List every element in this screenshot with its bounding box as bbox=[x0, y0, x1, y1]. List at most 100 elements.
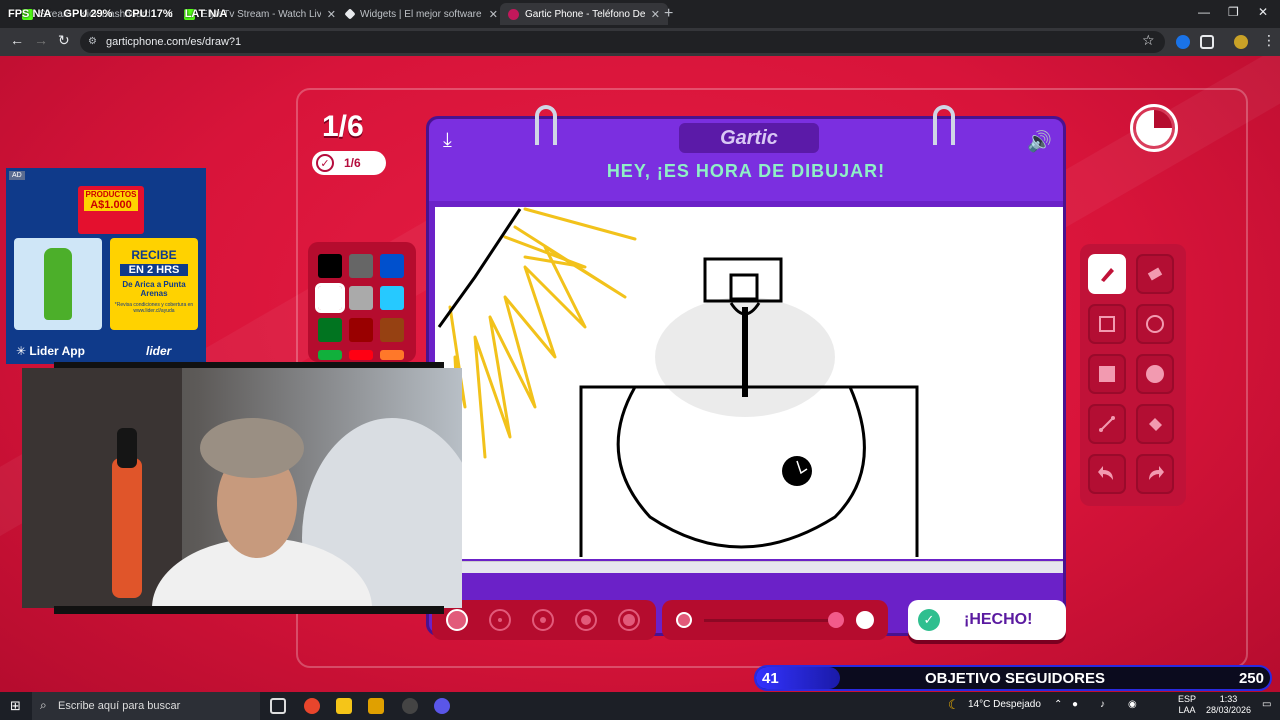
slider-handle[interactable] bbox=[828, 612, 844, 628]
mic-icon[interactable]: ● bbox=[1072, 699, 1078, 710]
rectangle-fill-tool[interactable] bbox=[1088, 354, 1126, 394]
extensions-puzzle-icon[interactable] bbox=[1200, 35, 1214, 49]
notification-icon[interactable]: ▭ bbox=[1262, 699, 1271, 710]
done-count: 1/6 bbox=[344, 156, 361, 170]
drawing-canvas[interactable] bbox=[435, 207, 1063, 559]
color-swatch-brown[interactable] bbox=[380, 318, 404, 342]
reload-icon[interactable]: ↻ bbox=[58, 32, 70, 49]
pencil-tool[interactable] bbox=[1088, 254, 1126, 294]
windows-start-icon[interactable]: ⊞ bbox=[10, 698, 21, 714]
close-window-icon[interactable]: ✕ bbox=[1258, 5, 1268, 19]
eraser-icon bbox=[1147, 267, 1163, 281]
brush-size-2[interactable] bbox=[489, 609, 511, 631]
widgets-icon bbox=[344, 8, 356, 20]
tab-gartic-phone[interactable]: Gartic Phone - Teléfono Descon ✕ bbox=[500, 3, 668, 25]
color-swatch-gray[interactable] bbox=[349, 254, 373, 278]
url-text: garticphone.com/es/draw?1 bbox=[106, 36, 242, 48]
minimize-icon[interactable]: — bbox=[1198, 5, 1210, 19]
chrome-icon[interactable] bbox=[304, 698, 320, 714]
goal-target: 250 bbox=[1238, 670, 1264, 687]
color-swatch-orange[interactable] bbox=[380, 350, 404, 360]
instruction-banner: HEY, ¡ES HORA DE DIBUJAR! bbox=[606, 161, 886, 181]
color-swatch-blue[interactable] bbox=[380, 254, 404, 278]
binder-ring bbox=[933, 105, 955, 145]
color-swatch-white[interactable] bbox=[315, 283, 345, 313]
profile-avatar[interactable] bbox=[1234, 35, 1248, 49]
tray-chevron-icon[interactable]: ⌃ bbox=[1054, 699, 1062, 710]
brush-size-3[interactable] bbox=[532, 609, 554, 631]
restore-icon[interactable]: ❐ bbox=[1228, 5, 1239, 19]
extension-icon[interactable] bbox=[1176, 35, 1190, 49]
weather-icon: ☾ bbox=[948, 697, 960, 712]
app-icon[interactable] bbox=[368, 698, 384, 714]
sound-icon[interactable]: 🔊 bbox=[1027, 129, 1052, 154]
ad-banner[interactable]: AD PRODUCTOS A$1.000 RECIBE EN 2 HRS De … bbox=[6, 168, 206, 364]
color-swatch-cyan[interactable] bbox=[380, 286, 404, 310]
line-icon bbox=[1099, 416, 1115, 432]
task-view-icon[interactable] bbox=[270, 698, 286, 714]
ellipse-outline-tool[interactable] bbox=[1136, 304, 1174, 344]
file-explorer-icon[interactable] bbox=[336, 698, 352, 714]
network-icon[interactable]: ◉ bbox=[1128, 699, 1137, 710]
lider-brand: lider bbox=[146, 344, 172, 358]
close-tab-icon[interactable]: ✕ bbox=[327, 8, 336, 21]
new-tab-icon[interactable]: + bbox=[664, 5, 673, 23]
back-icon[interactable]: ← bbox=[10, 32, 24, 48]
promo-line1: PRODUCTOS bbox=[84, 190, 138, 199]
forward-icon[interactable]: → bbox=[34, 32, 48, 48]
obs-icon[interactable] bbox=[402, 698, 418, 714]
site-info-icon[interactable]: ⚙ bbox=[88, 36, 97, 47]
card-header: ⤓ Gartic 🔊 HEY, ¡ES HORA DE DIBUJAR! bbox=[429, 119, 1063, 201]
brush-size-5[interactable] bbox=[618, 609, 640, 631]
tab-widgets[interactable]: Widgets | El mejor software par ✕ bbox=[338, 3, 506, 25]
color-palette bbox=[308, 242, 416, 362]
brush-size-4[interactable] bbox=[575, 609, 597, 631]
drawing-svg bbox=[437, 207, 919, 557]
promo-line2: A$1.000 bbox=[84, 199, 138, 211]
webcam-frame-bottom bbox=[54, 606, 444, 614]
check-icon: ✓ bbox=[918, 609, 940, 631]
color-swatch-dark-red[interactable] bbox=[349, 318, 373, 342]
color-swatch-light-gray[interactable] bbox=[349, 286, 373, 310]
taskbar-search[interactable]: ⌕ Escribe aquí para buscar bbox=[32, 692, 260, 720]
close-tab-icon[interactable]: ✕ bbox=[651, 8, 660, 21]
opacity-slider[interactable] bbox=[662, 600, 888, 640]
speaker-icon[interactable]: ♪ bbox=[1100, 699, 1105, 710]
redo-icon bbox=[1149, 466, 1164, 480]
done-button[interactable]: ✓ ¡HECHO! bbox=[908, 600, 1066, 640]
color-swatch-black[interactable] bbox=[318, 254, 342, 278]
yellow-strokes bbox=[448, 207, 637, 459]
rectangle-outline-tool[interactable] bbox=[1088, 304, 1126, 344]
recibe-text: RECIBE bbox=[131, 248, 177, 262]
close-tab-icon[interactable]: ✕ bbox=[489, 8, 498, 21]
opacity-max-icon bbox=[856, 611, 874, 629]
eraser-tool[interactable] bbox=[1136, 254, 1174, 294]
url-field[interactable]: ⚙ garticphone.com/es/draw?1 bbox=[80, 31, 1165, 53]
en2hrs-text: EN 2 HRS bbox=[120, 264, 188, 276]
bucket-icon bbox=[1149, 418, 1162, 431]
color-swatch-green[interactable] bbox=[318, 318, 342, 342]
fill-bucket-tool[interactable] bbox=[1136, 404, 1174, 444]
delivery-promo: RECIBE EN 2 HRS De Arica a Punta Arenas … bbox=[110, 238, 198, 330]
clock[interactable]: 1:33 28/03/2026 bbox=[1206, 694, 1251, 716]
address-bar-row: ← → ↻ ⚙ garticphone.com/es/draw?1 ☆ ⋮ bbox=[0, 28, 1280, 56]
menu-kebab-icon[interactable]: ⋮ bbox=[1262, 32, 1276, 49]
color-swatch-light-green[interactable] bbox=[318, 350, 342, 360]
language-indicator[interactable]: ESP LAA bbox=[1178, 694, 1196, 716]
pencil-icon bbox=[1101, 268, 1114, 282]
undo-tool[interactable] bbox=[1088, 454, 1126, 494]
ellipse-fill-tool[interactable] bbox=[1136, 354, 1174, 394]
color-swatch-red[interactable] bbox=[349, 350, 373, 360]
brush-size-1[interactable] bbox=[446, 609, 468, 631]
bookmark-star-icon[interactable]: ☆ bbox=[1142, 32, 1155, 49]
drawing-card: ⤓ Gartic 🔊 HEY, ¡ES HORA DE DIBUJAR! bbox=[426, 105, 1066, 636]
weather-text[interactable]: 14°C Despejado bbox=[968, 699, 1041, 710]
binder-ring bbox=[535, 105, 557, 145]
circle-outline-icon bbox=[1146, 315, 1164, 333]
done-button-label: ¡HECHO! bbox=[964, 611, 1033, 628]
line-tool[interactable] bbox=[1088, 404, 1126, 444]
webcam-scene bbox=[22, 368, 462, 608]
download-icon[interactable]: ⤓ bbox=[443, 129, 452, 152]
redo-tool[interactable] bbox=[1136, 454, 1174, 494]
app-icon-2[interactable] bbox=[434, 698, 450, 714]
